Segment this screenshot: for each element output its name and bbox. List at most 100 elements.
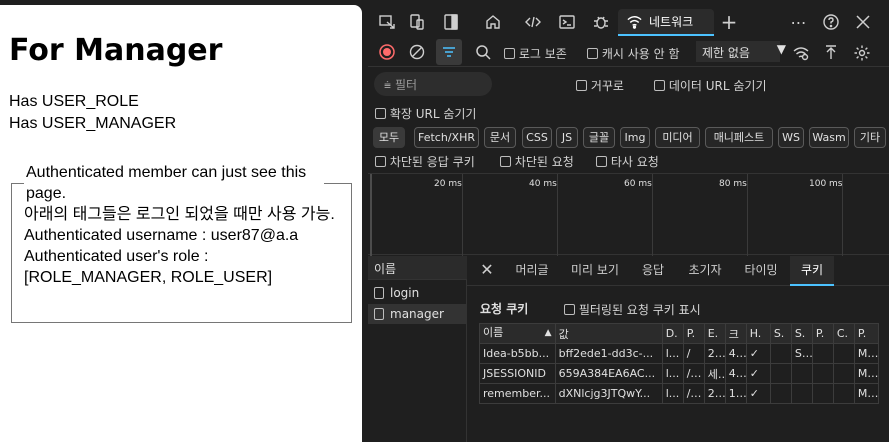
tab-response[interactable]: 응답 [635,256,671,286]
show-filtered-cookies-checkbox[interactable]: 필터링된 요청 쿠키 표시 [564,301,701,318]
throttle-select[interactable]: 제한 없음 ▼ [696,41,786,62]
search-icon[interactable] [470,39,496,65]
timeline-overview[interactable]: 20 ms 40 ms 60 ms 80 ms 100 ms [368,173,889,256]
blocked-requests-checkbox[interactable]: 차단된 요청 [500,153,574,170]
hide-extension-urls-check[interactable] [375,108,386,119]
import-har-icon[interactable] [818,40,844,66]
cookie-col-httponly[interactable]: H. [745,323,771,344]
request-row-manager[interactable]: manager [368,304,467,324]
chevron-down-icon: ▼ [776,42,786,56]
cookie-cell: l... [661,383,684,404]
cookie-col-samesite[interactable]: S. [790,323,813,344]
cookie-col-crosssite[interactable]: C. [832,323,855,344]
hide-extension-urls-checkbox[interactable]: 확장 URL 숨기기 [375,105,476,122]
cookie-cell [811,343,834,364]
third-party-check[interactable] [596,156,607,167]
type-filter-manifest[interactable]: 매니페스트 [705,127,773,148]
clear-log-icon[interactable] [404,39,430,65]
help-icon[interactable] [818,9,844,35]
network-conditions-icon[interactable] [788,40,814,66]
tab-network-label: 네트워크 [649,15,694,29]
type-filter-fetch[interactable]: Fetch/XHR [414,127,479,148]
cookie-cell: / [682,343,705,364]
timeline-tick-label: 60 ms [624,179,652,189]
request-name: manager [390,307,444,321]
cookie-cell [769,343,792,364]
tab-timing[interactable]: 타이밍 [737,256,785,286]
blocked-cookies-check[interactable] [375,156,386,167]
cookie-cell: dXNlcjg3JTQwY... [554,383,663,404]
devtools-tab-bar: 네트워크 + ⋯ [368,4,889,36]
type-filter-doc[interactable]: 문서 [484,127,516,148]
hide-data-urls-checkbox[interactable]: 데이터 URL 숨기기 [654,77,767,94]
elements-code-icon[interactable] [520,9,546,35]
filter-lines-icon: ⩧ [384,78,392,92]
cookie-col-size[interactable]: 크 [724,323,747,344]
cookie-cell [811,363,834,384]
tab-headers[interactable]: 머리글 [509,256,555,286]
type-filter-css[interactable]: CSS [522,127,552,148]
tab-preview[interactable]: 미리 보기 [565,256,625,286]
request-row-login[interactable]: login [368,283,467,303]
cookie-col-domain[interactable]: D. [661,323,684,344]
cookie-col-name[interactable]: 이름 ▲ [479,323,556,344]
tab-initiator[interactable]: 초기자 [681,256,729,286]
invert-check[interactable] [576,80,587,91]
third-party-checkbox[interactable]: 타사 요청 [596,153,659,170]
request-details: ✕ 머리글 미리 보기 응답 초기자 타이밍 쿠키 요청 쿠키 필터링된 요청 … [467,256,889,442]
wifi-icon [626,13,643,30]
close-details-icon[interactable]: ✕ [475,256,499,286]
show-filtered-cookies-check[interactable] [564,304,575,315]
disable-cache-check[interactable] [587,48,598,59]
type-filter-img[interactable]: Img [620,127,650,148]
inspect-element-icon[interactable] [374,9,400,35]
tab-cookies[interactable]: 쿠키 [790,256,834,286]
cookie-row[interactable]: JSESSIONID659A384EA6AC...l.../...세...4..… [479,363,880,384]
device-emulation-icon[interactable] [404,9,430,35]
panel-layout-icon[interactable] [438,9,464,35]
type-filter-all[interactable]: 모두 [373,127,405,148]
cookie-col-secure[interactable]: S. [769,323,792,344]
type-filter-other[interactable]: 기타 [854,127,886,148]
type-filter-wasm[interactable]: Wasm [809,127,849,148]
type-filter-js[interactable]: JS [556,127,578,148]
cookie-col-priority[interactable]: P. [853,323,880,344]
more-options-icon[interactable]: ⋯ [786,9,812,35]
name-column-header[interactable]: 이름 [368,256,467,280]
cookie-row[interactable]: remember... dXNlcjg3JTQwY... l.../... 2... 1… [479,383,880,404]
cookie-row[interactable]: Idea-b5bb... bff2ede1-dd3c-... l.../2... 4.… [479,343,880,364]
add-tab-icon[interactable]: + [716,9,742,35]
cookie-cell: 659A384EA6AC... [554,363,663,384]
disable-cache-checkbox[interactable]: 캐시 사용 안 함 [587,45,680,62]
tab-network[interactable]: 네트워크 [618,9,714,36]
auth-fieldset: Authenticated member can just see this p… [11,162,352,323]
invert-checkbox[interactable]: 거꾸로 [576,77,624,94]
settings-gear-icon[interactable] [849,40,875,66]
timeline-handle[interactable] [370,174,372,256]
cookie-cell: l... [661,363,684,384]
username-line: Authenticated username : user87@a.a [24,227,299,244]
cookie-cell: M... [853,363,880,384]
cookie-cell: Idea-b5bb... [479,343,556,364]
cookie-cell: 4... [724,363,747,384]
cookie-col-value[interactable]: 값 [554,323,663,344]
type-filter-ws[interactable]: WS [778,127,804,148]
hide-data-urls-check[interactable] [654,80,665,91]
blocked-requests-check[interactable] [500,156,511,167]
cookie-col-expires[interactable]: E. [703,323,726,344]
preserve-log-checkbox[interactable]: 로그 보존 [504,45,567,62]
filter-input[interactable]: ⩧ 필터 [374,72,492,96]
debug-bug-icon[interactable] [588,9,614,35]
type-filter-media[interactable]: 미디어 [655,127,700,148]
welcome-home-icon[interactable] [480,9,506,35]
close-devtools-icon[interactable] [850,9,876,35]
preserve-log-check[interactable] [504,48,515,59]
type-filter-font[interactable]: 글꼴 [583,127,615,148]
record-stop-icon[interactable] [374,39,400,65]
page-title: For Manager [9,33,223,68]
cookie-col-partition[interactable]: P. [811,323,834,344]
console-icon[interactable] [554,9,580,35]
cookie-col-path[interactable]: P. [682,323,705,344]
blocked-cookies-checkbox[interactable]: 차단된 응답 쿠키 [375,153,475,170]
filter-toggle-icon[interactable] [436,39,462,65]
